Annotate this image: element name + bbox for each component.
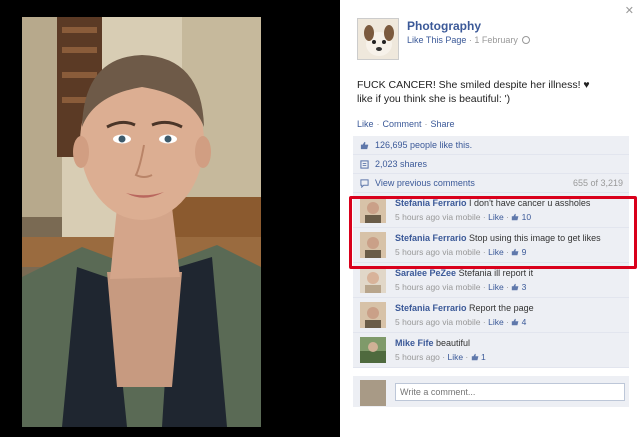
avatar[interactable] bbox=[360, 337, 386, 363]
globe-icon bbox=[522, 36, 531, 44]
comment-input[interactable] bbox=[395, 383, 625, 401]
comment-like-count[interactable]: 3 bbox=[522, 282, 527, 292]
photo bbox=[22, 17, 261, 427]
comment-meta: 5 hours ago via mobile · Like · 3 bbox=[395, 282, 527, 292]
comment-body: Saralee PeZee Stefania ill report it bbox=[395, 268, 625, 278]
comment-time[interactable]: 5 hours ago via mobile bbox=[395, 317, 481, 327]
page-name[interactable]: Photography bbox=[407, 19, 481, 33]
share-icon bbox=[360, 160, 369, 169]
comment-text: beautiful bbox=[436, 338, 471, 348]
panel-footer bbox=[353, 407, 629, 437]
avatar[interactable] bbox=[360, 302, 386, 328]
comment-body: Stefania Ferrario Report the page bbox=[395, 303, 625, 313]
comment-author[interactable]: Mike Fife bbox=[395, 338, 434, 348]
shares-row[interactable]: 2,023 shares bbox=[353, 155, 629, 174]
comment-like-link[interactable]: Like bbox=[447, 352, 463, 362]
avatar[interactable] bbox=[360, 267, 386, 293]
post-panel: ✕ Photography Like This Page · 1 Februar… bbox=[340, 0, 640, 437]
close-icon[interactable]: ✕ bbox=[625, 4, 634, 17]
comment-time[interactable]: 5 hours ago bbox=[395, 352, 440, 362]
photo-viewer: ✕ Photography Like This Page · 1 Februar… bbox=[0, 0, 640, 437]
page-meta: Like This Page · 1 February bbox=[407, 35, 531, 45]
likes-row[interactable]: 126,695 people like this. bbox=[353, 136, 629, 155]
view-previous-link[interactable]: View previous comments bbox=[375, 178, 475, 188]
comment-like-link[interactable]: Like bbox=[488, 317, 504, 327]
comment-author[interactable]: Stefania Ferrario bbox=[395, 303, 467, 313]
comment-item: Stefania Ferrario Report the page 5 hour… bbox=[353, 298, 629, 333]
like-link[interactable]: Like bbox=[357, 119, 374, 129]
comment-count: 655 of 3,219 bbox=[572, 178, 623, 188]
comment-composer bbox=[353, 376, 629, 407]
comment-text: Stefania ill report it bbox=[458, 268, 534, 278]
comment-author[interactable]: Saralee PeZee bbox=[395, 268, 456, 278]
comment-link[interactable]: Comment bbox=[383, 119, 422, 129]
view-previous-row[interactable]: View previous comments 655 of 3,219 bbox=[353, 174, 629, 193]
comment-like-count[interactable]: 4 bbox=[522, 317, 527, 327]
like-page-link[interactable]: Like This Page bbox=[407, 35, 466, 45]
comment-item: Mike Fife beautiful 5 hours ago · Like ·… bbox=[353, 333, 629, 368]
post-text-line1: FUCK CANCER! She smiled despite her illn… bbox=[357, 79, 590, 91]
photo-stage bbox=[0, 0, 340, 437]
shares-count[interactable]: 2,023 shares bbox=[375, 159, 427, 169]
thumbs-up-icon bbox=[360, 141, 369, 150]
post-actions: Like · Comment · Share bbox=[357, 119, 455, 129]
thumbs-up-icon bbox=[512, 283, 519, 291]
comment-icon bbox=[360, 179, 369, 188]
thumbs-up-icon bbox=[471, 353, 479, 361]
post-date[interactable]: 1 February bbox=[474, 35, 518, 45]
thumbs-up-icon bbox=[512, 318, 519, 326]
comment-meta: 5 hours ago · Like · 1 bbox=[395, 352, 486, 362]
comment-meta: 5 hours ago via mobile · Like · 4 bbox=[395, 317, 527, 327]
comment-like-link[interactable]: Like bbox=[488, 282, 504, 292]
comment-like-count[interactable]: 1 bbox=[481, 352, 486, 362]
highlight-box bbox=[349, 196, 637, 269]
comment-text: Report the page bbox=[469, 303, 534, 313]
comment-body: Mike Fife beautiful bbox=[395, 338, 625, 348]
share-link[interactable]: Share bbox=[431, 119, 455, 129]
post-text: FUCK CANCER! She smiled despite her illn… bbox=[357, 78, 627, 106]
comment-time[interactable]: 5 hours ago via mobile bbox=[395, 282, 481, 292]
avatar bbox=[360, 380, 386, 406]
post-text-line2: like if you think she is beautiful: ') bbox=[357, 93, 511, 105]
page-avatar[interactable] bbox=[357, 18, 399, 60]
likes-count[interactable]: 126,695 people like this. bbox=[375, 140, 472, 150]
